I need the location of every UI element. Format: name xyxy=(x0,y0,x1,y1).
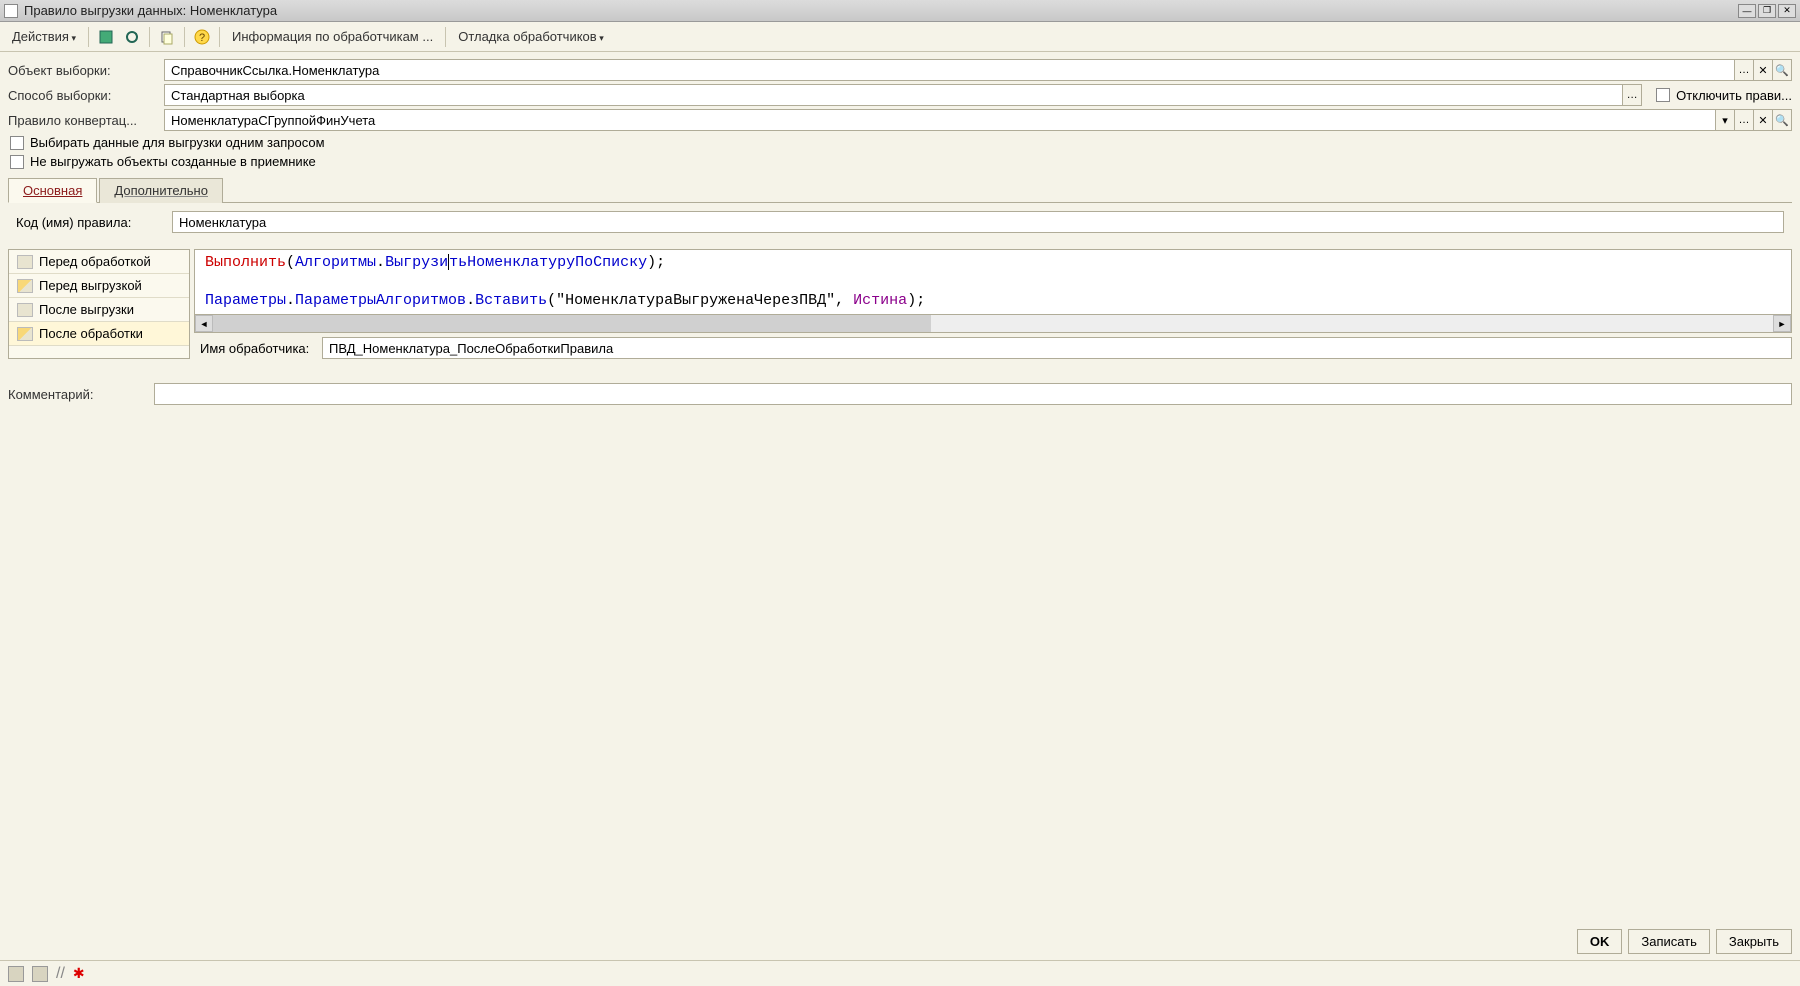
code-identifier: Алгоритмы xyxy=(295,254,376,271)
sidebar-item-label: После обработки xyxy=(39,326,143,341)
code-literal: Истина xyxy=(853,292,907,309)
comment-input[interactable] xyxy=(154,383,1792,405)
conversion-rule-dropdown-button[interactable]: ▾ xyxy=(1715,109,1735,131)
handler-icon xyxy=(17,303,33,317)
copy-icon[interactable] xyxy=(156,26,178,48)
object-input[interactable] xyxy=(164,59,1735,81)
close-button[interactable]: Закрыть xyxy=(1716,929,1792,954)
actions-menu[interactable]: Действия xyxy=(6,27,82,46)
dialog-buttons: OK Записать Закрыть xyxy=(1577,929,1792,954)
form-header: Объект выборки: … ✕ 🔍 Способ выборки: … … xyxy=(0,52,1800,245)
conversion-rule-input[interactable] xyxy=(164,109,1716,131)
refresh-icon[interactable] xyxy=(121,26,143,48)
handler-debug-menu[interactable]: Отладка обработчиков xyxy=(452,27,610,46)
sidebar-item-after-export[interactable]: После выгрузки xyxy=(9,298,189,322)
object-ellipsis-button[interactable]: … xyxy=(1734,59,1754,81)
sidebar-item-before-process[interactable]: Перед обработкой xyxy=(9,250,189,274)
status-divider: // xyxy=(56,965,65,983)
code-editor[interactable]: Выполнить(Алгоритмы.ВыгрузитьНоменклатур… xyxy=(194,249,1792,315)
code-keyword: Выполнить xyxy=(205,254,286,271)
close-window-button[interactable]: ✕ xyxy=(1778,4,1796,18)
status-icon xyxy=(8,966,24,982)
conversion-rule-ellipsis-button[interactable]: … xyxy=(1734,109,1754,131)
sidebar-item-before-export[interactable]: Перед выгрузкой xyxy=(9,274,189,298)
horizontal-scrollbar[interactable]: ◄ ► xyxy=(194,315,1792,333)
scrollbar-thumb[interactable] xyxy=(213,315,931,332)
toolbar-separator xyxy=(149,27,150,47)
app-icon xyxy=(4,4,18,18)
tab-main[interactable]: Основная xyxy=(8,178,97,203)
sidebar-item-label: Перед выгрузкой xyxy=(39,278,142,293)
skip-receiver-label: Не выгружать объекты созданные в приемни… xyxy=(30,154,316,169)
save-icon[interactable] xyxy=(95,26,117,48)
toolbar: Действия ? Информация по обработчикам ..… xyxy=(0,22,1800,52)
save-button[interactable]: Записать xyxy=(1628,929,1710,954)
single-query-label: Выбирать данные для выгрузки одним запро… xyxy=(30,135,325,150)
skip-receiver-checkbox[interactable] xyxy=(10,155,24,169)
conversion-rule-lookup-button[interactable]: 🔍 xyxy=(1772,109,1792,131)
handler-info-button[interactable]: Информация по обработчикам ... xyxy=(226,27,439,46)
comment-label: Комментарий: xyxy=(8,387,148,402)
method-label: Способ выборки: xyxy=(8,88,158,103)
toolbar-separator xyxy=(88,27,89,47)
scroll-right-button[interactable]: ► xyxy=(1773,315,1791,332)
single-query-checkbox[interactable] xyxy=(10,136,24,150)
toolbar-separator xyxy=(184,27,185,47)
ok-button[interactable]: OK xyxy=(1577,929,1623,954)
handler-name-label: Имя обработчика: xyxy=(194,341,314,356)
tab-extra[interactable]: Дополнительно xyxy=(99,178,223,203)
code-identifier: ПараметрыАлгоритмов xyxy=(295,292,466,309)
handlers-sidebar: Перед обработкой Перед выгрузкой После в… xyxy=(8,249,190,359)
handler-name-input[interactable] xyxy=(322,337,1792,359)
handler-icon xyxy=(17,327,33,341)
restore-button[interactable]: ❐ xyxy=(1758,4,1776,18)
rule-code-label: Код (имя) правила: xyxy=(16,215,166,230)
disable-rule-checkbox[interactable] xyxy=(1656,88,1670,102)
handler-icon xyxy=(17,279,33,293)
object-clear-button[interactable]: ✕ xyxy=(1753,59,1773,81)
text-cursor xyxy=(448,254,449,270)
handler-icon xyxy=(17,255,33,269)
code-identifier: Выгрузи xyxy=(385,254,448,271)
sidebar-item-after-process[interactable]: После обработки xyxy=(9,322,189,346)
statusbar: // ✱ xyxy=(0,960,1800,986)
toolbar-separator xyxy=(219,27,220,47)
code-string: "НоменклатураВыгруженаЧерезПВД" xyxy=(556,292,835,309)
titlebar: Правило выгрузки данных: Номенклатура — … xyxy=(0,0,1800,22)
method-ellipsis-button[interactable]: … xyxy=(1622,84,1642,106)
conversion-rule-clear-button[interactable]: ✕ xyxy=(1753,109,1773,131)
svg-text:?: ? xyxy=(199,32,205,44)
window-title: Правило выгрузки данных: Номенклатура xyxy=(24,3,1738,18)
toolbar-separator xyxy=(445,27,446,47)
object-label: Объект выборки: xyxy=(8,63,158,78)
minimize-button[interactable]: — xyxy=(1738,4,1756,18)
help-icon[interactable]: ? xyxy=(191,26,213,48)
object-lookup-button[interactable]: 🔍 xyxy=(1772,59,1792,81)
method-input[interactable] xyxy=(164,84,1623,106)
tabs: Основная Дополнительно xyxy=(8,177,1792,203)
rule-code-input[interactable] xyxy=(172,211,1784,233)
status-icon xyxy=(32,966,48,982)
sidebar-item-label: После выгрузки xyxy=(39,302,134,317)
status-error-icon: ✱ xyxy=(73,965,85,982)
code-identifier: Вставить xyxy=(475,292,547,309)
scroll-left-button[interactable]: ◄ xyxy=(195,315,213,332)
conversion-rule-label: Правило конвертац... xyxy=(8,113,158,128)
code-identifier: Параметры xyxy=(205,292,286,309)
disable-rule-label: Отключить прави... xyxy=(1676,88,1792,103)
sidebar-item-label: Перед обработкой xyxy=(39,254,151,269)
code-identifier: тьНоменклатуруПоСписку xyxy=(449,254,647,271)
